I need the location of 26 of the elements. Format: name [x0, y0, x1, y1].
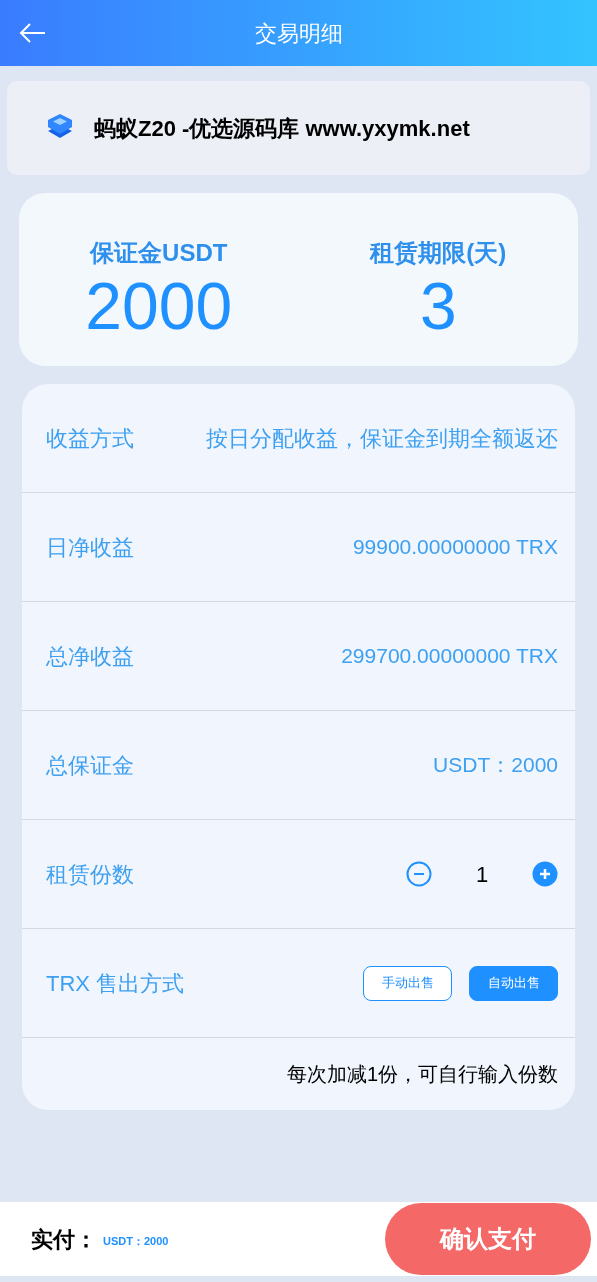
row-label: TRX 售出方式 — [46, 969, 185, 998]
stat-label: 保证金USDT — [90, 241, 228, 265]
back-icon[interactable] — [19, 23, 46, 43]
sell-mode-button[interactable]: 自动出售 — [469, 965, 558, 1001]
row-value: 299700.00000000 TRX — [341, 643, 558, 670]
row-label: 租赁份数 — [46, 860, 134, 889]
pay-amount: USDT：2000 — [103, 1233, 169, 1249]
stat-value: 2000 — [85, 273, 233, 339]
row-label: 总保证金 — [46, 751, 134, 780]
hint-text: 每次加减1份，可自行输入份数 — [286, 1062, 558, 1087]
row-value: USDT：2000 — [433, 752, 558, 779]
minus-icon[interactable] — [406, 861, 432, 887]
row-value: 99900.00000000 TRX — [352, 534, 558, 561]
plus-icon[interactable] — [532, 861, 558, 887]
banner-text: 蚂蚁Z20 -优选源码库 www.yxymk.net — [94, 114, 470, 143]
row-label: 日净收益 — [46, 533, 134, 562]
pay-label: 实付： — [31, 1225, 97, 1254]
stat-value: 3 — [419, 273, 457, 339]
row-label: 收益方式 — [46, 424, 134, 453]
row-label: 总净收益 — [46, 642, 134, 671]
sell-mode-button[interactable]: 手动出售 — [363, 965, 452, 1001]
row-value: 按日分配收益，保证金到期全额返还 — [206, 424, 558, 453]
confirm-pay-button[interactable]: 确认支付 — [385, 1203, 591, 1275]
quantity-field[interactable]: 1 — [470, 857, 494, 891]
stat-label: 租赁期限(天) — [370, 241, 507, 265]
page-title: 交易明细 — [254, 19, 343, 48]
